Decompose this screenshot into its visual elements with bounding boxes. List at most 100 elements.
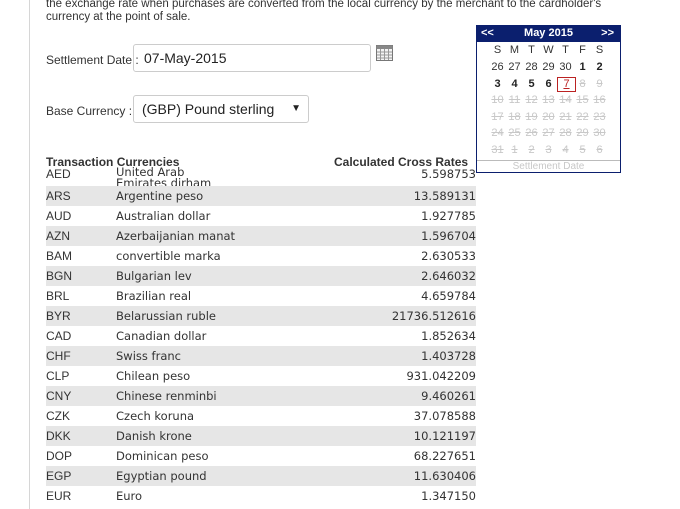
calendar-icon[interactable] [376, 45, 393, 61]
calendar-day: 11 [508, 94, 521, 106]
cross-rate: 4.659784 [421, 289, 476, 303]
cross-rate: 2.646032 [421, 269, 476, 283]
calendar-day[interactable]: 27 [506, 61, 523, 73]
calendar-weekday: T [528, 44, 535, 56]
currency-name: Belarussian ruble [116, 309, 216, 323]
table-row: AUD Australian dollar 1.927785 [46, 206, 476, 226]
table-row: CHF Swiss franc 1.403728 [46, 346, 476, 366]
calendar-day: 26 [525, 127, 538, 139]
cross-rate: 68.227651 [413, 449, 476, 463]
calendar-day: 4 [562, 143, 569, 156]
currency-name: Chilean peso [116, 369, 191, 383]
calendar-day[interactable]: 28 [523, 61, 540, 73]
currency-code: DOP [46, 449, 73, 463]
calendar-day: 9 [596, 77, 603, 90]
cross-rate: 1.596704 [421, 229, 476, 243]
currency-name: Egyptian pound [116, 469, 207, 483]
rates-table: AED United Arab Emirates dirham 5.598753 AR… [46, 166, 476, 506]
settlement-date-label: Settlement Date : [46, 53, 139, 67]
calendar-day: 13 [542, 94, 555, 106]
currency-name: Danish krone [116, 429, 192, 443]
cross-rate: 1.927785 [421, 209, 476, 223]
calendar-month-title: May 2015 [524, 27, 573, 39]
cross-rate: 1.403728 [421, 349, 476, 363]
cross-rate: 1.347150 [421, 489, 476, 503]
calendar-weekday: F [579, 44, 586, 56]
currency-code: DKK [46, 429, 71, 443]
table-row: EUR Euro 1.347150 [46, 486, 476, 506]
currency-name: Argentine peso [116, 189, 204, 203]
calendar-day: 10 [491, 94, 504, 106]
calendar-day[interactable]: 1 [574, 61, 591, 73]
currency-code: BYR [46, 309, 71, 323]
currency-code: ARS [46, 189, 71, 203]
calendar-next-button[interactable]: >> [601, 27, 614, 39]
table-row: DKK Danish krone 10.121197 [46, 426, 476, 446]
cross-rate: 1.852634 [421, 329, 476, 343]
calendar-day: 2 [528, 143, 535, 156]
calendar-day: 30 [593, 127, 606, 139]
currency-name: Azerbaijanian manat [116, 229, 236, 243]
cross-rate: 931.042209 [406, 369, 476, 383]
table-row: ARS Argentine peso 13.589131 [46, 186, 476, 206]
currency-code: EUR [46, 489, 72, 503]
calendar-day[interactable]: 30 [557, 61, 574, 73]
calendar-weekday: T [562, 44, 569, 56]
calendar-day: 16 [593, 94, 606, 106]
base-currency-select[interactable]: (GBP) Pound sterling ▼ [133, 95, 309, 123]
calendar-day: 29 [576, 127, 589, 139]
currency-code: AUD [46, 209, 72, 223]
calendar-day: 3 [545, 143, 552, 156]
calendar-day: 20 [542, 110, 555, 123]
calendar-day[interactable]: 2 [591, 61, 608, 73]
calendar-header: << May 2015 >> [477, 26, 620, 42]
currency-code: BAM [46, 249, 73, 263]
calendar-day[interactable]: 29 [540, 61, 557, 73]
settlement-date-input[interactable]: 07-May-2015 [133, 44, 371, 72]
calendar-day: 1 [511, 143, 518, 156]
currency-name: Canadian dollar [116, 329, 207, 343]
calendar-footer: Settlement Date [477, 160, 620, 172]
calendar-day: 24 [491, 127, 504, 139]
calendar-day: 12 [525, 94, 538, 106]
calendar-weekday: S [493, 44, 502, 56]
calendar-day: 25 [508, 127, 521, 139]
page-left-border [29, 0, 30, 509]
calendar-day[interactable]: 3 [489, 78, 506, 90]
table-row: EGP Egyptian pound 11.630406 [46, 466, 476, 486]
currency-name: Dominican peso [116, 449, 209, 463]
currency-name: Australian dollar [116, 209, 211, 223]
base-currency-value: (GBP) Pound sterling [142, 101, 275, 117]
calendar-day: 27 [542, 127, 555, 139]
table-row: AZN Azerbaijanian manat 1.596704 [46, 226, 476, 246]
calendar-day[interactable]: 6 [540, 78, 557, 90]
calendar-day: 19 [525, 110, 538, 123]
currency-name: Bulgarian lev [116, 269, 192, 283]
calendar-day: 21 [559, 110, 572, 123]
table-row: CZK Czech koruna 37.078588 [46, 406, 476, 426]
currency-code: BGN [46, 269, 73, 283]
cross-rate: 10.121197 [413, 429, 476, 443]
chevron-down-icon: ▼ [291, 103, 301, 114]
table-row: BGN Bulgarian lev 2.646032 [46, 266, 476, 286]
currency-name: Brazilian real [116, 289, 192, 303]
calendar-day[interactable]: 4 [506, 78, 523, 90]
calendar-day: 28 [559, 127, 572, 139]
currency-code: CNY [46, 389, 72, 403]
table-row: BAM convertible marka 2.630533 [46, 246, 476, 266]
calendar-day: 14 [559, 94, 572, 106]
table-row: CAD Canadian dollar 1.852634 [46, 326, 476, 346]
calendar-weekday: S [595, 44, 604, 56]
currency-name: Chinese renminbi [116, 389, 217, 403]
calendar-day: 18 [508, 110, 521, 123]
calendar-day[interactable]: 26 [489, 61, 506, 73]
currency-code: BRL [46, 289, 70, 303]
cross-rate: 21736.512616 [391, 309, 476, 323]
calendar-day: 22 [576, 110, 589, 123]
currency-code: CLP [46, 369, 70, 383]
cross-rate: 5.598753 [421, 167, 476, 181]
calendar-day: 6 [596, 143, 603, 156]
cross-rate: 13.589131 [413, 189, 476, 203]
currency-code: AED [46, 167, 71, 181]
calendar-day[interactable]: 5 [523, 78, 540, 90]
